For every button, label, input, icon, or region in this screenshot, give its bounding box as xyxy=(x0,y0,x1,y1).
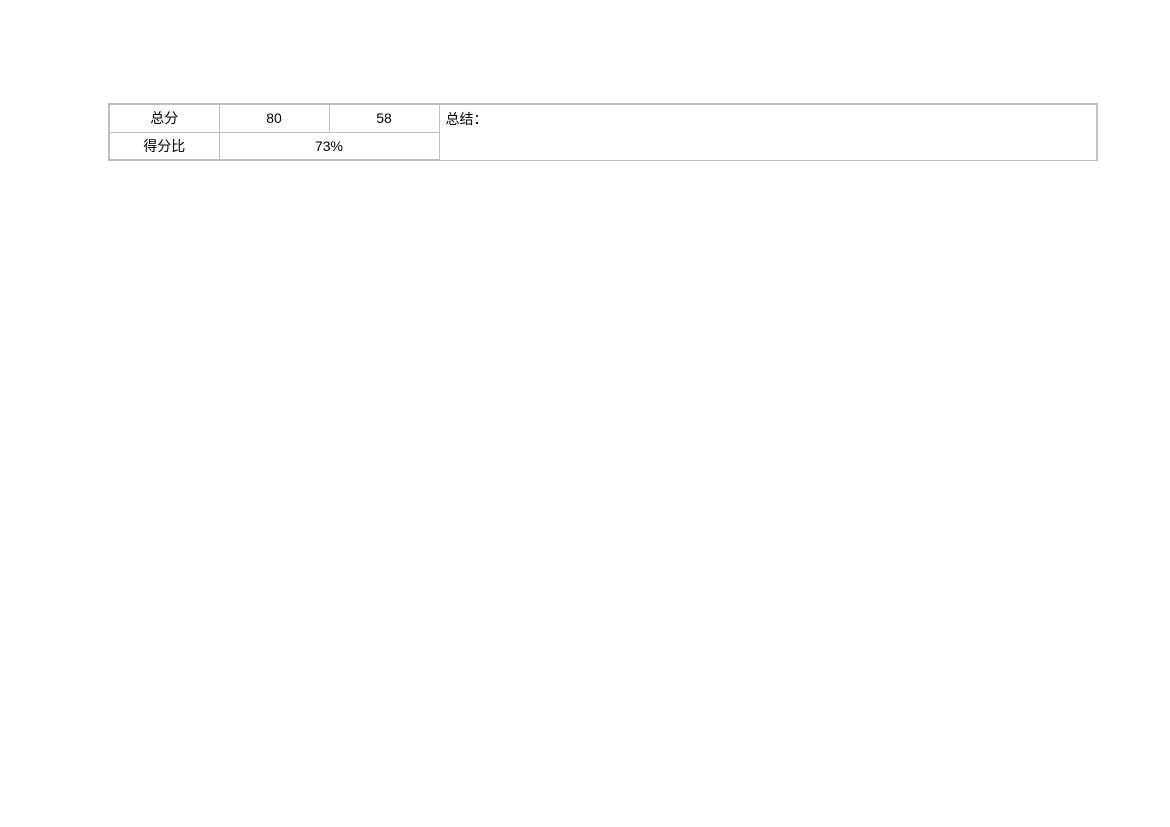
total-score-label: 总分 xyxy=(109,104,219,132)
total-score-actual: 58 xyxy=(329,104,439,132)
score-table: 总分 80 58 总结： 得分比 73% xyxy=(108,103,1098,161)
score-ratio-value: 73% xyxy=(219,132,439,160)
score-table-container: 总分 80 58 总结： 得分比 73% xyxy=(108,103,1096,161)
score-ratio-label: 得分比 xyxy=(109,132,219,160)
total-score-max: 80 xyxy=(219,104,329,132)
summary-cell: 总结： xyxy=(439,104,1097,160)
table-row: 总分 80 58 总结： xyxy=(109,104,1097,132)
